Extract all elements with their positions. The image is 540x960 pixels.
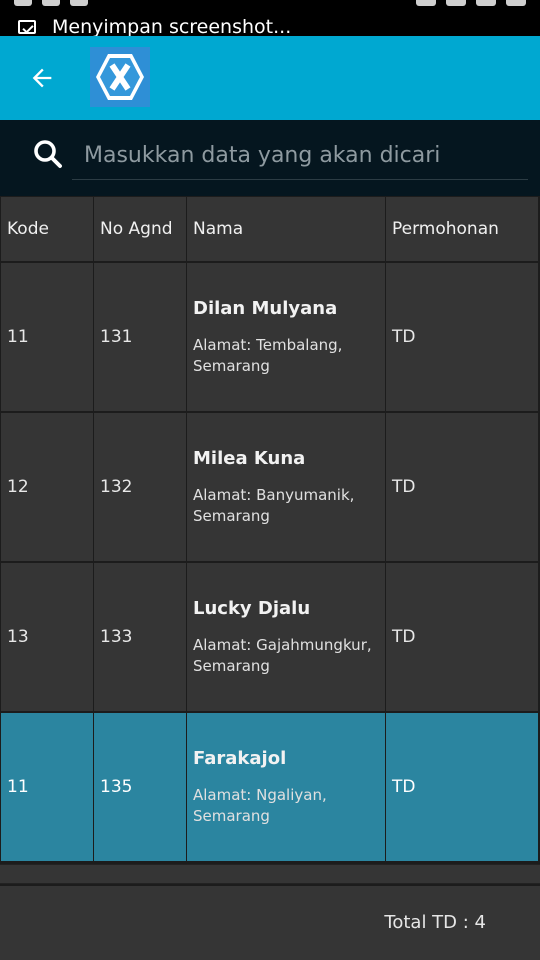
app-bar (0, 36, 540, 120)
cell-nama: Dilan Mulyana Alamat: Tembalang, Semaran… (187, 263, 385, 411)
table-row[interactable]: 12 132 Milea Kuna Alamat: Banyumanik, Se… (0, 412, 540, 562)
cell-kode: 11 (1, 263, 93, 411)
person-address: Alamat: Tembalang, Semarang (193, 335, 343, 375)
cell-kode: 11 (1, 713, 93, 861)
notification-text: Menyimpan screenshot... (52, 16, 292, 36)
status-icon (506, 0, 526, 6)
status-icon (476, 0, 496, 6)
status-bar: Menyimpan screenshot... (0, 0, 540, 36)
search-icon (34, 140, 62, 168)
header-kode: Kode (1, 197, 93, 261)
cell-kode: 12 (1, 413, 93, 561)
cell-kode: 13 (1, 563, 93, 711)
status-icons-left (14, 0, 88, 6)
status-icon (446, 0, 466, 6)
status-icon (416, 0, 436, 6)
xamarin-logo-icon (90, 47, 150, 107)
cell-permohonan: TD (386, 263, 538, 411)
cell-permohonan: TD (386, 563, 538, 711)
cell-no-agnd: 131 (94, 263, 186, 411)
divider (0, 864, 540, 884)
person-address: Alamat: Banyumanik, Semarang (193, 485, 355, 525)
header-permohonan: Permohonan (386, 197, 538, 261)
person-name: Lucky Djalu (193, 597, 311, 619)
person-name: Milea Kuna (193, 447, 306, 469)
screenshot-icon (18, 20, 36, 34)
cell-nama: Farakajol Alamat: Ngaliyan, Semarang (187, 713, 385, 861)
cell-no-agnd: 133 (94, 563, 186, 711)
summary-footer: Total TD : 4 (0, 886, 540, 960)
status-icon (70, 0, 88, 6)
cell-permohonan: TD (386, 413, 538, 561)
total-td-label: Total TD : 4 (384, 912, 486, 933)
cell-nama: Lucky Djalu Alamat: Gajahmungkur, Semara… (187, 563, 385, 711)
header-no-agnd: No Agnd (94, 197, 186, 261)
cell-nama: Milea Kuna Alamat: Banyumanik, Semarang (187, 413, 385, 561)
person-name: Farakajol (193, 747, 287, 769)
person-address: Alamat: Ngaliyan, Semarang (193, 785, 327, 825)
person-name: Dilan Mulyana (193, 297, 338, 319)
table-row-selected[interactable]: 11 135 Farakajol Alamat: Ngaliyan, Semar… (0, 712, 540, 862)
table-row[interactable]: 11 131 Dilan Mulyana Alamat: Tembalang, … (0, 262, 540, 412)
person-address: Alamat: Gajahmungkur, Semarang (193, 635, 372, 675)
header-nama: Nama (187, 197, 385, 261)
cell-no-agnd: 135 (94, 713, 186, 861)
data-table: Kode No Agnd Nama Permohonan 11 131 Dila… (0, 196, 540, 862)
status-icon (14, 0, 32, 6)
status-icon (42, 0, 60, 6)
search-bar (0, 120, 540, 196)
status-icons-right (416, 0, 526, 6)
search-input[interactable] (72, 132, 528, 180)
table-header: Kode No Agnd Nama Permohonan (0, 196, 540, 262)
cell-no-agnd: 132 (94, 413, 186, 561)
arrow-left-icon (32, 68, 52, 88)
cell-permohonan: TD (386, 713, 538, 861)
table-row[interactable]: 13 133 Lucky Djalu Alamat: Gajahmungkur,… (0, 562, 540, 712)
back-button[interactable] (20, 56, 64, 100)
